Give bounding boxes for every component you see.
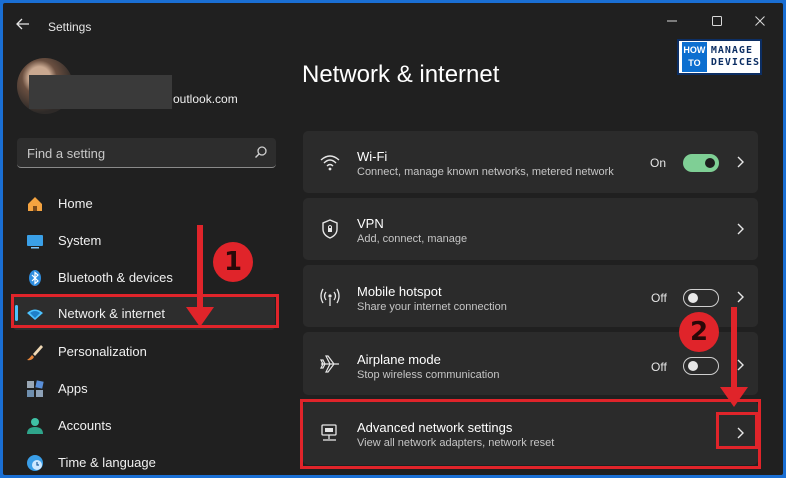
arrow-down-1 (186, 225, 214, 327)
arrow-down-2 (720, 307, 748, 407)
settings-window: Settings HOW TO MANAGE DEVICES outlook.c… (3, 3, 783, 475)
step-badge-2: 2 (679, 312, 719, 352)
step-badge-1: 1 (213, 242, 253, 282)
annotation-arrows (186, 225, 748, 407)
